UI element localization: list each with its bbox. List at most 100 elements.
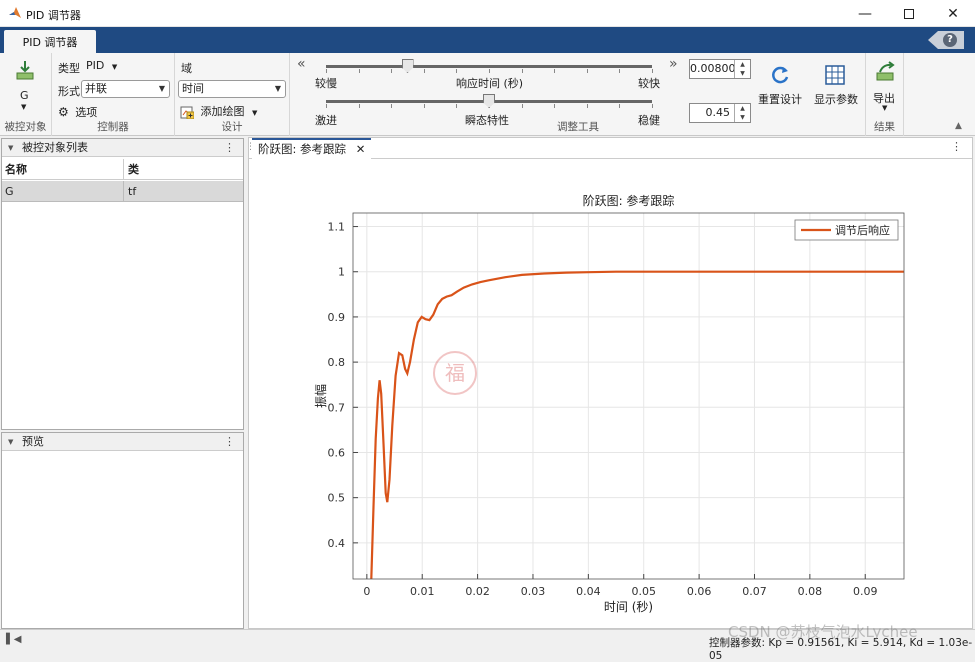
chevron-down-icon: ▼ — [158, 84, 165, 93]
slider-thumb[interactable] — [483, 94, 495, 108]
x-tick-label: 0.07 — [742, 585, 767, 598]
x-axis-label: 时间 (秒) — [604, 600, 653, 614]
y-tick-label: 0.4 — [328, 537, 346, 550]
controller-section-label: 控制器 — [97, 121, 129, 133]
type-value: PID — [86, 59, 105, 72]
plant-section-label: 被控对象 — [4, 121, 47, 133]
maximize-button[interactable] — [887, 0, 931, 27]
preview-panel: ▼ 预览 ⋮ — [1, 432, 244, 629]
options-button[interactable]: ⚙ 选项 — [58, 104, 97, 120]
chevron-down-icon: ▼ — [21, 103, 27, 111]
y-tick-label: 0.9 — [328, 311, 346, 324]
minimize-button[interactable]: — — [843, 0, 887, 27]
close-tab-icon[interactable]: ✕ — [356, 142, 366, 156]
y-tick-label: 0.5 — [328, 492, 346, 505]
slider-tick — [423, 104, 425, 108]
slider-tick — [391, 104, 393, 108]
design-section-label: 设计 — [221, 121, 243, 133]
reset-design-button[interactable]: 重置设计 — [756, 63, 806, 109]
domain-label: 域 — [181, 62, 192, 75]
export-button[interactable]: 导出 ▼ — [871, 61, 901, 117]
step-right-icon[interactable]: » — [669, 56, 678, 72]
add-plot-label: 添加绘图 — [200, 105, 245, 118]
collapse-triangle-icon[interactable]: ▼ — [8, 139, 13, 157]
fast-label: 较快 — [638, 77, 660, 90]
gear-icon: ⚙ — [58, 105, 69, 119]
preview-title: 预览 — [22, 435, 44, 448]
close-button[interactable]: ✕ — [931, 0, 975, 27]
more-options-icon[interactable]: ⋮ — [224, 433, 235, 451]
collapse-triangle-icon[interactable]: ▼ — [8, 433, 13, 451]
column-header-name[interactable]: 名称 — [5, 159, 27, 180]
figure-panel: ⋮ 0 0.01 0.02 0.03 0.04 0.05 0.06 0.07 0.08 0.09 0… — [248, 137, 973, 629]
slider-tick — [358, 69, 360, 73]
panel-toggle-icon[interactable]: ▌◀ — [6, 634, 21, 645]
slider-tick — [358, 104, 360, 108]
x-tick-label: 0.03 — [521, 585, 546, 598]
options-label: 选项 — [75, 106, 98, 119]
slider-tick — [326, 104, 327, 108]
add-plot-button[interactable]: 添加绘图 ▼ — [180, 103, 257, 119]
cell-name: G — [5, 185, 14, 198]
spin-arrows-icon[interactable]: ▲ ▼ — [734, 60, 750, 78]
slider-tick — [586, 104, 588, 108]
export-icon — [876, 61, 895, 81]
import-plant-icon — [16, 61, 34, 80]
cell-class: tf — [123, 181, 136, 202]
response-time-spinbox[interactable]: 0.00800 ▲ ▼ — [689, 59, 751, 79]
controller-section: 类型 PID ▼ 形式 并联 ▼ ⚙ 选项 控制器 — [52, 53, 175, 136]
slider-tick — [554, 69, 556, 73]
x-tick-label: 0.02 — [465, 585, 490, 598]
form-dropdown[interactable]: 并联 ▼ — [81, 80, 170, 98]
slider-thumb[interactable] — [401, 59, 414, 73]
ribbon-tab-bar: PID 调节器 ? — [0, 27, 975, 53]
plant-list-header: ▼ 被控对象列表 ⋮ — [2, 139, 243, 157]
chevron-down-icon: ▼ — [252, 109, 258, 117]
collapse-ribbon-icon[interactable]: ▲ — [955, 121, 962, 131]
table-header: 名称 类 — [2, 159, 243, 180]
response-time-label: 响应时间 (秒) — [456, 77, 524, 90]
title-bar: PID 调节器 — ✕ — [0, 0, 975, 27]
show-parameters-label: 显示参数 — [814, 93, 858, 106]
university-seal-watermark: 福 — [433, 351, 477, 395]
plant-button[interactable]: G ▼ — [8, 57, 42, 115]
tab-pid-tuner[interactable]: PID 调节器 — [4, 30, 96, 53]
y-tick-label: 1.1 — [328, 221, 346, 234]
x-tick-label: 0.04 — [576, 585, 601, 598]
more-options-icon[interactable]: ⋮ — [951, 140, 962, 153]
y-tick-label: 0.7 — [328, 401, 346, 414]
show-parameters-button[interactable]: 显示参数 — [810, 63, 862, 109]
plant-list-title: 被控对象列表 — [22, 141, 88, 154]
column-header-class[interactable]: 类 — [123, 159, 139, 180]
add-plot-icon — [180, 106, 195, 119]
reset-icon — [772, 66, 789, 84]
window-title: PID 调节器 — [26, 9, 81, 22]
slider-tick — [586, 69, 588, 73]
slider-tick — [619, 69, 621, 73]
help-button[interactable]: ? — [928, 31, 964, 49]
tab-step-plot[interactable]: 阶跃图: 参考跟踪 ✕ — [252, 138, 372, 159]
more-options-icon[interactable]: ⋮ — [224, 139, 235, 157]
minimize-icon: — — [858, 5, 872, 22]
splitter-handle-icon[interactable]: ⋮ — [246, 142, 255, 152]
table-row[interactable]: G tf — [2, 181, 243, 202]
step-response-chart[interactable]: 0 0.01 0.02 0.03 0.04 0.05 0.06 0.07 0.08 0.09 0.4… — [249, 183, 972, 628]
y-axis-label: 振幅 — [313, 384, 328, 408]
chevron-down-icon: ▼ — [882, 104, 888, 112]
slider-track — [326, 65, 652, 68]
slider-tick — [521, 104, 523, 108]
slow-label: 较慢 — [315, 77, 337, 90]
type-dropdown[interactable]: PID ▼ — [86, 57, 126, 75]
slider-tick — [423, 69, 425, 73]
x-tick-label: 0 — [363, 585, 370, 598]
ribbon: G ▼ 被控对象 类型 PID ▼ 形式 并联 ▼ ⚙ 选项 控制器 域 时间 … — [0, 53, 975, 136]
slider-tick — [456, 69, 458, 73]
slider-tick — [391, 69, 393, 73]
domain-dropdown[interactable]: 时间 ▼ — [178, 80, 286, 98]
result-section: 导出 ▼ 结果 — [866, 53, 904, 136]
transient-behavior-slider[interactable] — [326, 93, 653, 113]
chevron-down-icon: ▼ — [111, 63, 118, 71]
step-left-icon[interactable]: « — [297, 56, 306, 72]
reset-design-label: 重置设计 — [758, 93, 802, 106]
table-icon — [825, 65, 845, 85]
